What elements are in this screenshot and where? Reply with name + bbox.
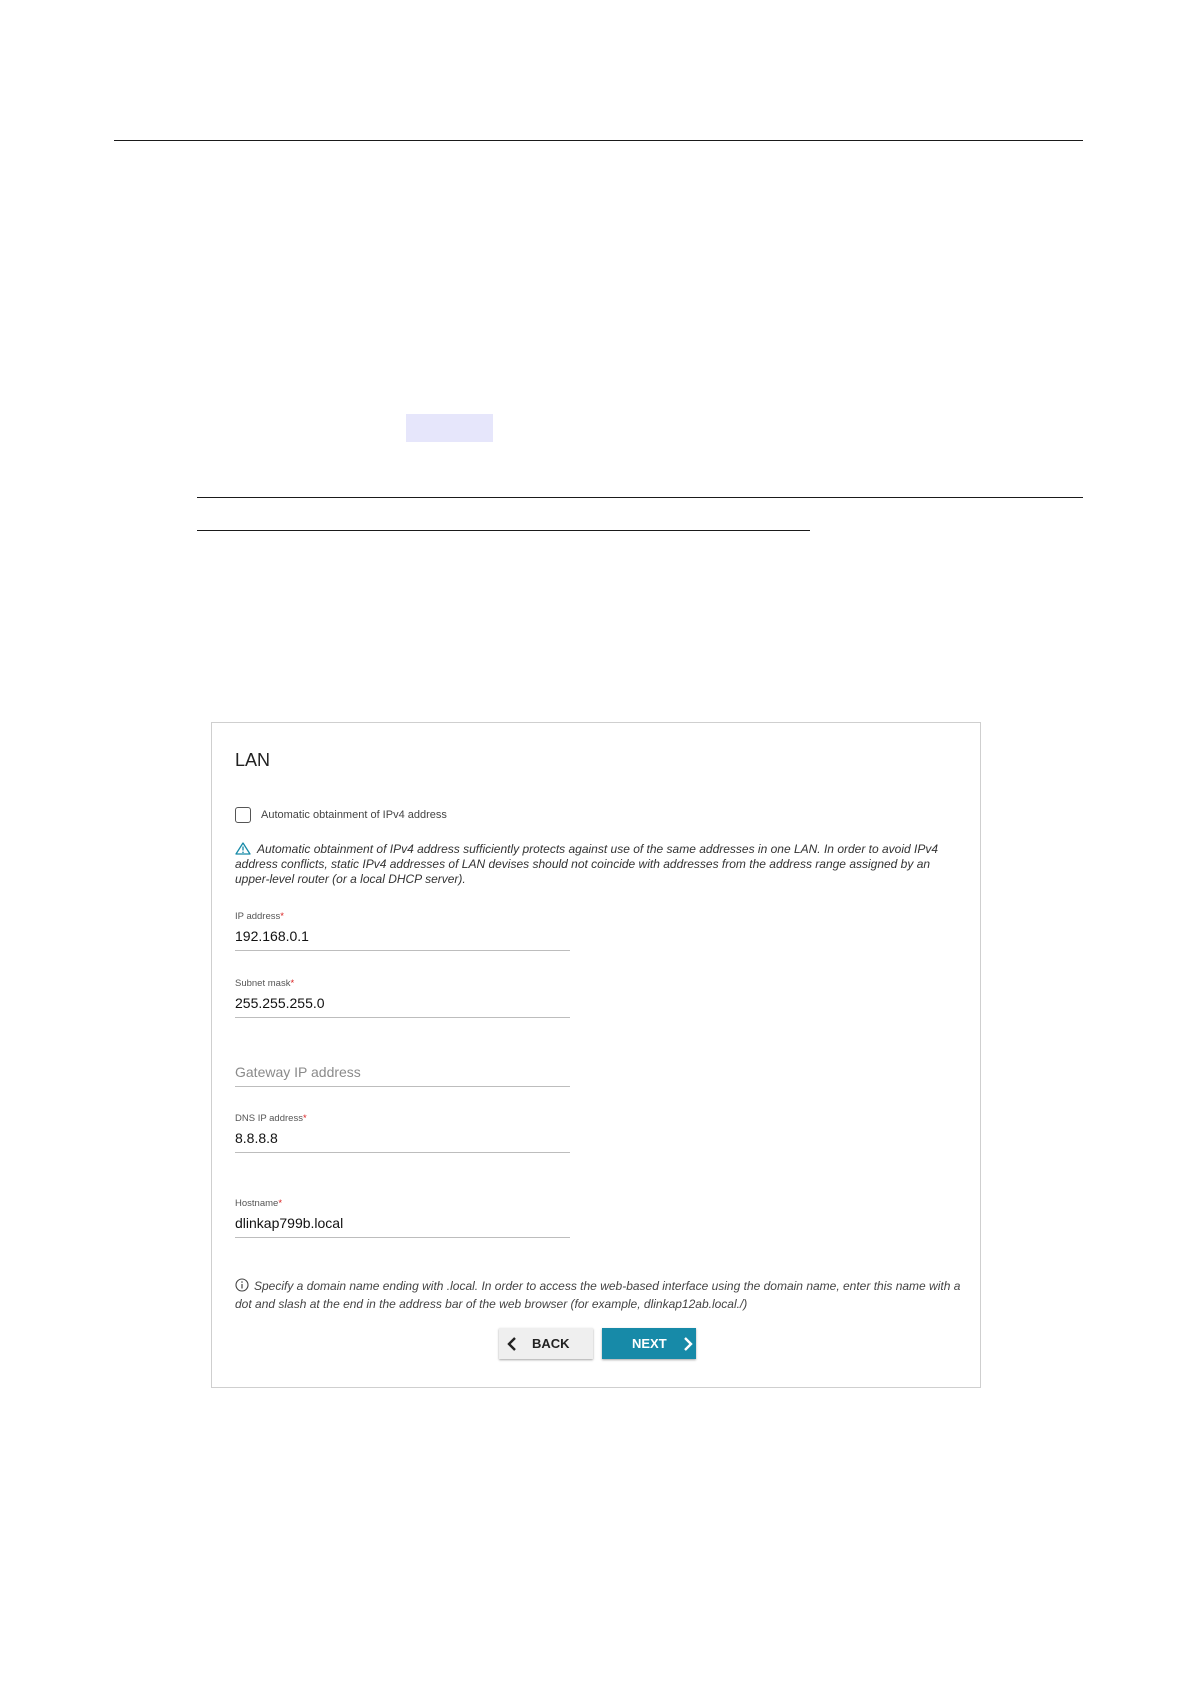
hostname-label: Hostname*: [235, 1198, 283, 1209]
divider-rule-short: [197, 530, 810, 531]
hostname-field: Hostname*: [235, 1198, 570, 1238]
back-button[interactable]: BACK: [499, 1328, 593, 1359]
ip-address-input[interactable]: [235, 922, 570, 951]
dns-label: DNS IP address*: [235, 1113, 307, 1124]
info-text: Specify a domain name ending with .local…: [235, 1279, 961, 1311]
warning-icon: [235, 842, 251, 855]
gateway-field: [235, 1058, 570, 1087]
subnet-mask-label: Subnet mask*: [235, 978, 295, 989]
chevron-left-icon: [505, 1336, 519, 1352]
gateway-input[interactable]: [235, 1058, 570, 1087]
top-rule: [114, 140, 1083, 141]
subnet-mask-field: Subnet mask*: [235, 978, 570, 1018]
info-icon: [235, 1278, 249, 1292]
warning-text: Automatic obtainment of IPv4 address suf…: [235, 842, 939, 886]
ip-address-label: IP address*: [235, 911, 284, 922]
next-button[interactable]: NEXT: [602, 1328, 696, 1359]
lan-settings-panel: LAN Automatic obtainment of IPv4 address…: [211, 722, 981, 1388]
chevron-right-icon: [681, 1336, 695, 1352]
info-message: Specify a domain name ending with .local…: [235, 1277, 965, 1313]
auto-ipv4-row[interactable]: Automatic obtainment of IPv4 address: [235, 807, 447, 823]
back-button-label: BACK: [532, 1336, 570, 1351]
dns-input[interactable]: [235, 1124, 570, 1153]
divider-rule-long: [197, 497, 1083, 498]
auto-ipv4-checkbox[interactable]: [235, 807, 251, 823]
subnet-mask-input[interactable]: [235, 989, 570, 1018]
next-button-label: NEXT: [632, 1336, 667, 1351]
ip-address-field: IP address*: [235, 911, 570, 951]
dns-field: DNS IP address*: [235, 1113, 570, 1153]
panel-title: LAN: [235, 750, 271, 770]
hostname-input[interactable]: [235, 1209, 570, 1238]
warning-message: Automatic obtainment of IPv4 address suf…: [235, 842, 965, 887]
auto-ipv4-label: Automatic obtainment of IPv4 address: [261, 809, 447, 821]
highlight-box: [406, 414, 493, 442]
